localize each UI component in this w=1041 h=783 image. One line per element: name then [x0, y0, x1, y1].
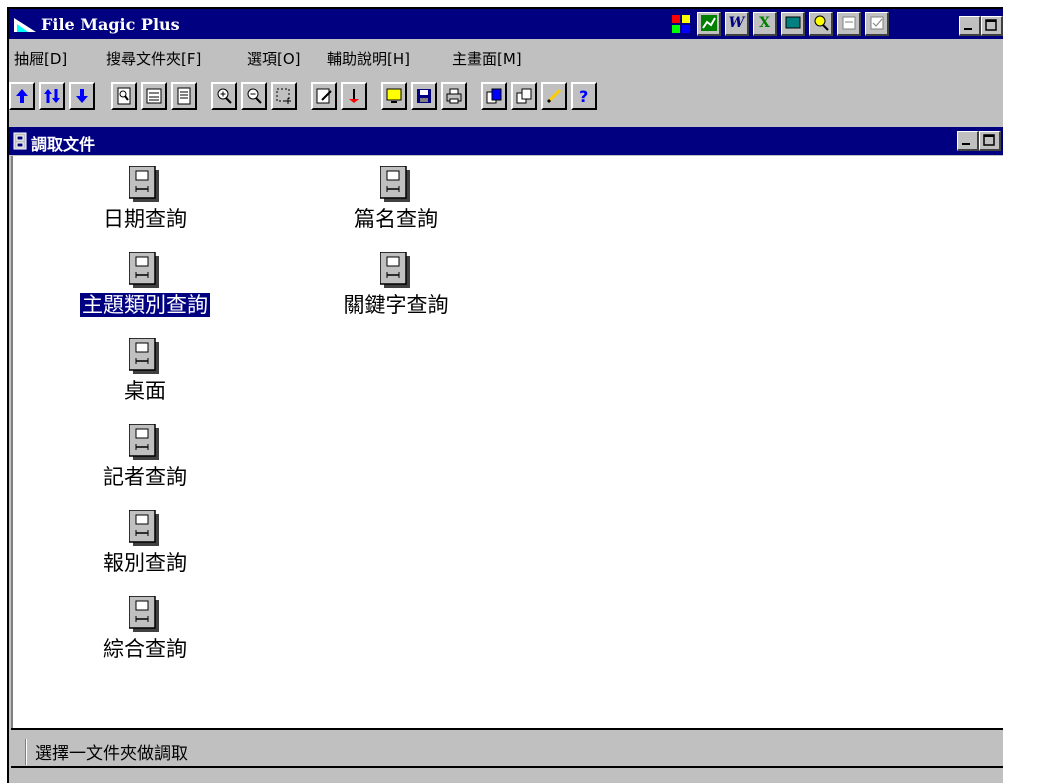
title-bar[interactable]: File Magic Plus W X: [9, 9, 1003, 39]
status-text: 選擇一文件夾做調取: [35, 744, 188, 764]
copy-icon[interactable]: [511, 82, 537, 110]
window-title: File Magic Plus: [41, 15, 180, 34]
menu-options[interactable]: 選項[O]: [247, 48, 301, 69]
search-icon[interactable]: [809, 12, 833, 36]
monitor-icon[interactable]: [381, 82, 407, 110]
print-icon[interactable]: [441, 82, 467, 110]
file-cabinet-icon: [129, 166, 159, 202]
drawer-date-query[interactable]: 日期查詢: [55, 156, 235, 236]
grid-icon[interactable]: [669, 12, 693, 36]
drawer-subject-query[interactable]: 主題類別查詢: [55, 242, 235, 322]
maximize-button[interactable]: [981, 16, 1003, 36]
excel-icon[interactable]: X: [753, 12, 777, 36]
drawer-label: 桌面: [124, 379, 166, 403]
minimize-button[interactable]: [959, 16, 981, 36]
child-window-title: 調取文件: [31, 135, 96, 154]
drawer-area: 日期查詢 篇名查詢 主題類別查詢 關鍵字查詢 桌面 記者查詢 報別查詢 綜合查詢: [11, 156, 1003, 728]
pencil-icon[interactable]: [541, 82, 567, 110]
zoom-out-icon[interactable]: [241, 82, 267, 110]
toolbar: ?: [9, 78, 1003, 120]
status-bar: 選擇一文件夾做調取: [11, 736, 1003, 766]
drawer-title-query[interactable]: 篇名查詢: [306, 156, 486, 236]
file-cabinet-icon: [380, 166, 410, 202]
chart-icon[interactable]: [697, 12, 721, 36]
child-maximize-button[interactable]: [979, 131, 1001, 151]
page-text-icon[interactable]: [171, 82, 197, 110]
drawer-combined-query[interactable]: 綜合查詢: [55, 586, 235, 666]
arrow-down-icon[interactable]: [69, 82, 95, 110]
divider: [11, 728, 1003, 730]
drawer-icon: [13, 132, 27, 150]
drawer-label: 綜合查詢: [103, 637, 187, 661]
page-view-icon[interactable]: [111, 82, 137, 110]
menu-bar: 抽屜[D] 搜尋文件夾[F] 選項[O] 輔助說明[H] 主畫面[M]: [9, 40, 1003, 74]
arrow-up-icon[interactable]: [9, 82, 35, 110]
status-separator: [25, 739, 27, 765]
file-cabinet-icon: [380, 252, 410, 288]
svg-text:?: ?: [579, 87, 588, 105]
file-cabinet-icon: [129, 510, 159, 546]
drawer-label: 日期查詢: [103, 207, 187, 231]
app-logo-icon: [14, 18, 36, 32]
file-cabinet-icon: [129, 252, 159, 288]
word-icon[interactable]: W: [725, 12, 749, 36]
monitor-icon[interactable]: [781, 12, 805, 36]
arrows-updown-icon[interactable]: [39, 82, 65, 110]
drawer-keyword-query[interactable]: 關鍵字查詢: [306, 242, 486, 322]
menu-help[interactable]: 輔助說明[H]: [327, 48, 410, 69]
transfer-icon[interactable]: [481, 82, 507, 110]
drawer-label: 關鍵字查詢: [343, 293, 449, 317]
file-cabinet-icon: [129, 338, 159, 374]
drawer-label: 篇名查詢: [354, 207, 438, 231]
select-region-icon[interactable]: [271, 82, 297, 110]
menu-search-folder[interactable]: 搜尋文件夾[F]: [106, 48, 201, 69]
child-minimize-button[interactable]: [957, 131, 979, 151]
drawer-reporter-query[interactable]: 記者查詢: [55, 414, 235, 494]
drawer-paper-query[interactable]: 報別查詢: [55, 500, 235, 580]
drawer-desktop[interactable]: 桌面: [55, 328, 235, 408]
help-icon[interactable]: ?: [571, 82, 597, 110]
drawer-label-selected: 主題類別查詢: [80, 293, 210, 317]
child-window-title-bar[interactable]: 調取文件: [9, 127, 1003, 155]
zoom-in-icon[interactable]: [211, 82, 237, 110]
drawer-label: 報別查詢: [103, 551, 187, 575]
divider: [11, 766, 1003, 768]
drawer-label: 記者查詢: [103, 465, 187, 489]
pin-icon[interactable]: [341, 82, 367, 110]
file-cabinet-icon: [129, 596, 159, 632]
save-icon[interactable]: [411, 82, 437, 110]
page-swap-icon[interactable]: [141, 82, 167, 110]
print-preview-icon[interactable]: [837, 12, 861, 36]
file-cabinet-icon: [129, 424, 159, 460]
check-icon[interactable]: [865, 12, 889, 36]
menu-drawer[interactable]: 抽屜[D]: [14, 48, 67, 69]
edit-icon[interactable]: [311, 82, 337, 110]
menu-main-screen[interactable]: 主畫面[M]: [452, 48, 522, 69]
